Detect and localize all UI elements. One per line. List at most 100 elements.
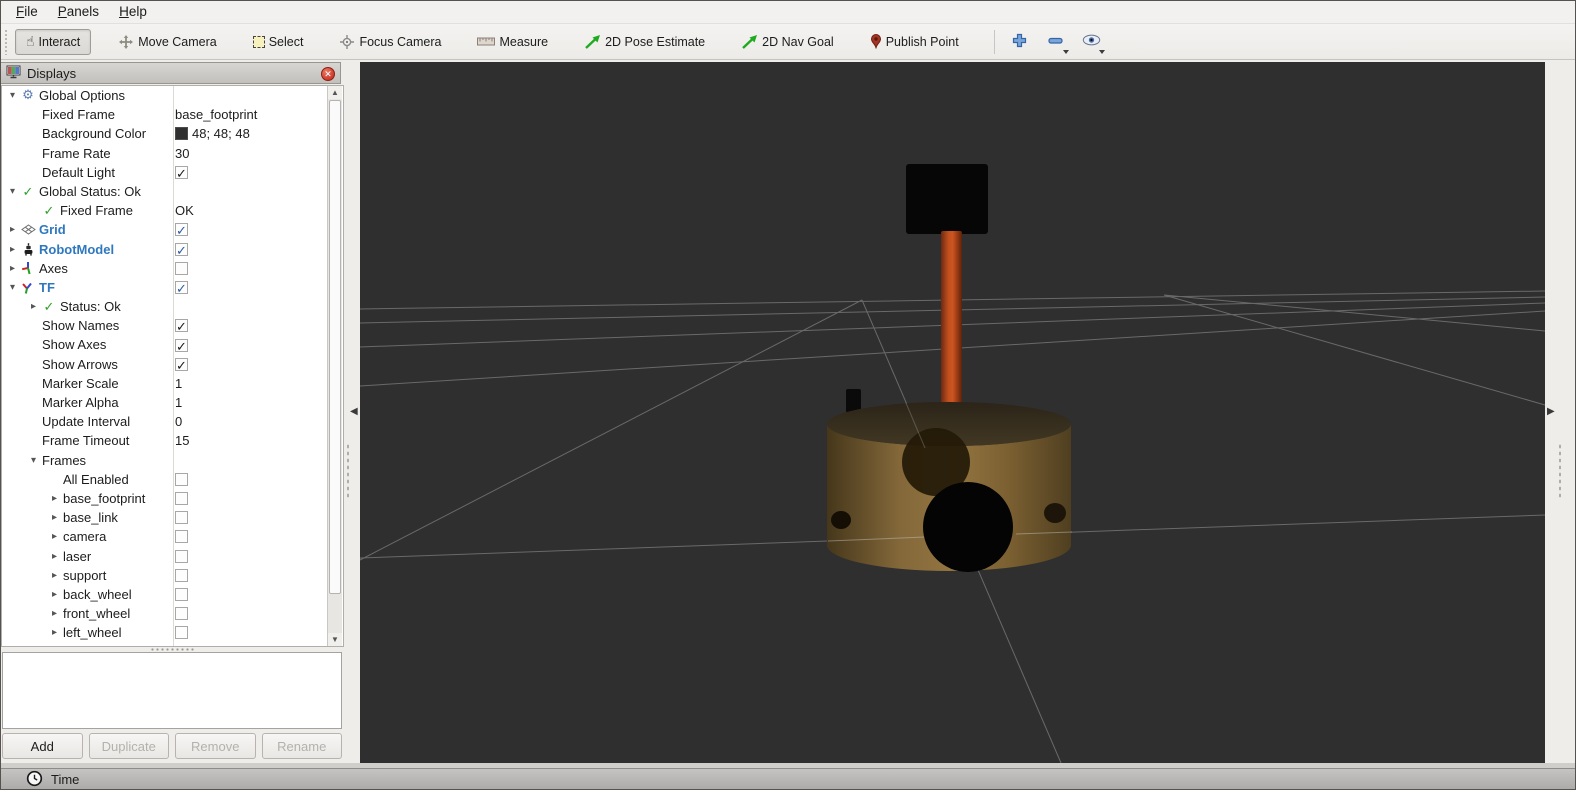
checkbox[interactable] [175,607,188,621]
tree-value[interactable]: ✓ [175,316,188,335]
scrollbar-thumb[interactable] [329,100,341,594]
tree-row-tf[interactable]: ▾ TF ✓ [2,278,329,297]
tool-focus-camera[interactable]: Focus Camera [330,29,450,55]
collapse-left-icon[interactable]: ◀ [350,406,358,417]
tool-2d-nav-goal[interactable]: 2D Nav Goal [732,29,843,55]
tree-value[interactable]: 1 [175,374,182,393]
checkbox[interactable]: ✓ [175,165,188,181]
tree-value[interactable] [175,585,188,604]
tree-row-marker-alpha[interactable]: Marker Alpha 1 [2,393,329,412]
tree-value[interactable]: 0 [175,412,182,431]
checkbox[interactable] [175,261,188,275]
chevron-right-icon[interactable]: ▸ [48,508,61,527]
tree-scrollbar[interactable]: ▲ ▼ [327,86,342,646]
tree-value[interactable] [175,547,188,566]
tree-value[interactable]: 30 [175,144,189,163]
tree-row-laser[interactable]: ▸ laser [2,547,329,566]
checkbox[interactable] [175,511,188,525]
checkbox[interactable] [175,472,188,486]
checkbox[interactable]: ✓ [175,242,188,258]
expand-right-icon[interactable]: ▶ [1547,406,1555,417]
add-button[interactable]: Add [2,733,83,759]
tool-move-camera[interactable]: Move Camera [109,29,226,55]
tree-value[interactable]: ✓ [175,163,188,182]
tree-value[interactable]: ✓ [175,335,188,354]
tree-row-status-ok[interactable]: ▸ ✓ Status: Ok [2,297,329,316]
tree-value[interactable] [175,508,188,527]
checkbox[interactable] [175,568,188,582]
tree-row-fixed-frame[interactable]: ✓ Fixed Frame OK [2,201,329,220]
chevron-right-icon[interactable]: ▸ [48,623,61,642]
tree-row-axes[interactable]: ▸ Axes [2,259,329,278]
menu-file[interactable]: File [6,2,48,21]
chevron-down-icon[interactable] [1098,49,1105,54]
tree-value[interactable] [175,489,188,508]
tree-value[interactable] [175,470,188,489]
visibility-button[interactable] [1079,29,1105,55]
tree-row-robotmodel[interactable]: ▸ RobotModel ✓ [2,240,329,259]
tree-value[interactable] [175,566,188,585]
tree-row-default-light[interactable]: Default Light ✓ [2,163,329,182]
tree-row-base_link[interactable]: ▸ base_link [2,508,329,527]
tree-row-show-axes[interactable]: Show Axes ✓ [2,335,329,354]
toolbar-drag-handle[interactable] [4,28,9,55]
tool-2d-pose-estimate[interactable]: 2D Pose Estimate [575,29,714,55]
tree-value[interactable] [175,604,188,623]
chevron-right-icon[interactable]: ▸ [48,527,61,546]
chevron-right-icon[interactable]: ▸ [48,489,61,508]
checkbox[interactable]: ✓ [175,280,188,296]
chevron-right-icon[interactable]: ▸ [48,642,61,646]
chevron-down-icon[interactable]: ▾ [27,451,40,470]
left-panel-splitter[interactable]: ◀ [345,60,360,763]
tree-row-base_footprint[interactable]: ▸ base_footprint [2,489,329,508]
checkbox[interactable] [175,549,188,563]
checkbox[interactable] [175,626,188,640]
tree-row-background-color[interactable]: Background Color 48; 48; 48 [2,124,329,143]
chevron-down-icon[interactable]: ▾ [6,86,19,105]
chevron-down-icon[interactable]: ▾ [6,182,19,201]
color-swatch[interactable] [175,127,188,141]
tool-interact[interactable]: ☝ Interact [15,28,92,55]
tree-value[interactable]: OK [175,201,194,220]
tree-row-update-interval[interactable]: Update Interval 0 [2,412,329,431]
chevron-right-icon[interactable]: ▸ [6,240,19,259]
tree-row-show-arrows[interactable]: Show Arrows ✓ [2,355,329,374]
tree-value[interactable] [175,527,188,546]
close-icon[interactable]: ✕ [321,67,335,81]
checkbox[interactable] [175,492,188,506]
tool-select[interactable]: Select [244,30,313,54]
scrollbar-down-icon[interactable]: ▼ [328,633,342,646]
checkbox[interactable]: ✓ [175,319,188,334]
chevron-right-icon[interactable]: ▸ [6,220,19,239]
tree-row-frame-timeout[interactable]: Frame Timeout 15 [2,431,329,450]
tree-row-camera[interactable]: ▸ camera [2,527,329,546]
tree-value[interactable]: base_footprint [175,105,257,124]
chevron-right-icon[interactable]: ▸ [48,547,61,566]
3d-viewport[interactable] [360,62,1545,763]
zoom-out-button[interactable] [1043,29,1069,55]
chevron-right-icon[interactable]: ▸ [48,604,61,623]
zoom-in-button[interactable] [1007,29,1033,55]
tree-row-back_wheel[interactable]: ▸ back_wheel [2,585,329,604]
chevron-right-icon[interactable]: ▸ [48,566,61,585]
checkbox[interactable] [175,587,188,601]
displays-panel-header[interactable]: Displays ✕ [0,62,341,84]
tree-row-left_wheel[interactable]: ▸ left_wheel [2,623,329,642]
time-panel-header[interactable]: Time [0,768,1576,790]
chevron-right-icon[interactable]: ▸ [6,259,19,278]
chevron-right-icon[interactable]: ▸ [48,585,61,604]
checkbox[interactable]: ✓ [175,338,188,354]
tree-value[interactable]: ✓ [175,278,188,297]
tree-row-frame-rate[interactable]: Frame Rate 30 [2,144,329,163]
checkbox[interactable]: ✓ [175,223,188,238]
tree-row-frames[interactable]: ▾ Frames [2,451,329,470]
menu-help[interactable]: Help [109,2,157,21]
tree-row-marker-scale[interactable]: Marker Scale 1 [2,374,329,393]
tree-row-front_wheel[interactable]: ▸ front_wheel [2,604,329,623]
right-panel-splitter[interactable]: ▶ [1545,60,1576,763]
tree-value[interactable]: 1 [175,393,182,412]
chevron-down-icon[interactable] [1062,49,1069,54]
tree-value[interactable]: ✓ [175,240,188,259]
tree-row-global-options[interactable]: ▾ ⚙ Global Options [2,86,329,105]
tree-row-support[interactable]: ▸ support [2,566,329,585]
